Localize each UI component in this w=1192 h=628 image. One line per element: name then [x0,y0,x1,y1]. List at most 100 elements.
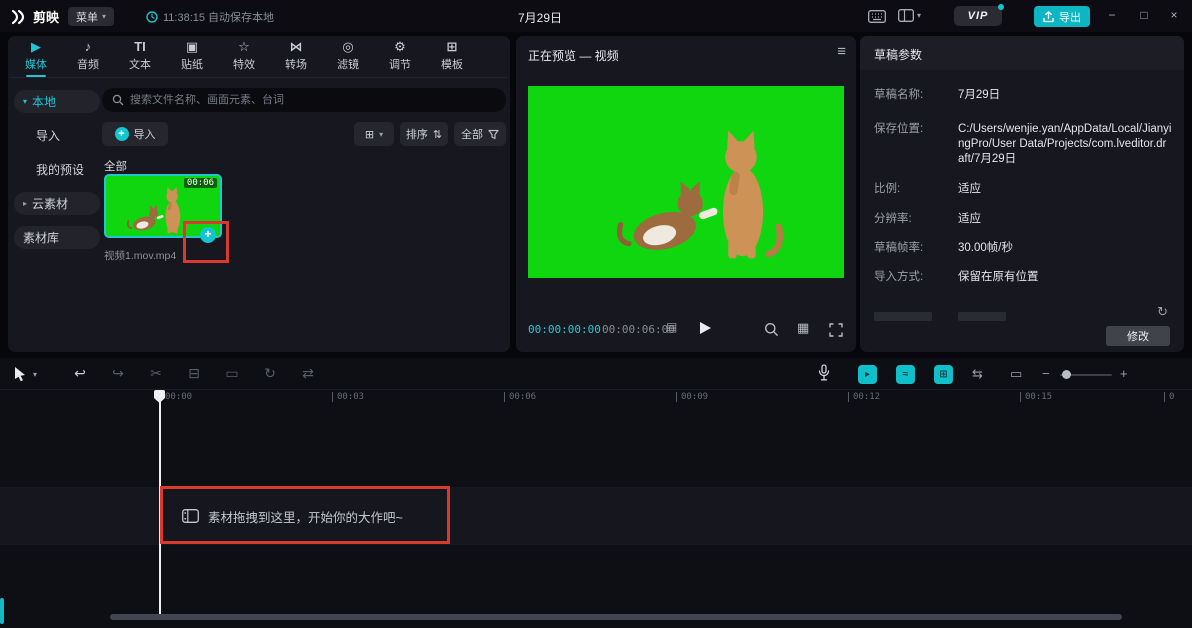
tab-adjust[interactable]: ⚙ 调节 [374,36,426,77]
timeline-horizontal-scrollbar[interactable] [110,614,1122,620]
tab-transition[interactable]: ⋈ 转场 [270,36,322,77]
record-voice-button[interactable] [818,364,830,387]
sidebar-item-library[interactable]: 素材库 [14,226,100,249]
track-adjust-icon[interactable]: ⇆ [972,366,983,382]
vip-dot [998,4,1004,10]
param-value: 保留在原有位置 [958,270,1172,285]
redo-button[interactable]: ↪ [108,365,128,382]
tab-text[interactable]: TI 文本 [114,36,166,77]
delete-button[interactable]: ⊟ [184,365,204,382]
grid-view-icon: ⊞ [365,128,374,141]
menu-button[interactable]: 菜单 ▾ [68,7,114,26]
play-button[interactable] [700,322,711,334]
media-tab-icon: ▶ [31,40,41,54]
track-accent-bar [0,598,4,624]
zoom-out-icon[interactable]: − [1042,366,1050,381]
tab-template[interactable]: ⊞ 模板 [426,36,478,77]
sort-button[interactable]: 排序 ⇅ [400,122,448,146]
chroma-key-icon[interactable]: ▦ [797,320,809,336]
param-label: 草稿帧率: [874,241,958,256]
snap-toggle-icon[interactable]: ▸ [858,365,877,384]
timeline-ruler[interactable]: 00:00 00:03 00:06 00:09 00:12 00:15 0 [0,390,1192,405]
param-value: 适应 [958,212,1172,227]
preview-axis-icon[interactable]: ▭ [1010,366,1022,382]
funnel-icon [488,129,499,140]
app-logo-text: 剪映 [33,7,59,26]
tab-audio[interactable]: ♪ 音频 [62,36,114,77]
sort-icon: ⇅ [433,128,442,141]
filter-all-button[interactable]: 全部 [454,122,506,146]
search-icon [112,94,124,106]
ruler-mark: 00:15 [1020,392,1052,402]
param-row-import-mode: 导入方式: 保留在原有位置 [874,270,1172,285]
template-tab-icon: ⊞ [447,40,458,54]
reverse-button[interactable]: ↻ [260,365,280,382]
transition-tab-icon: ⋈ [290,40,303,54]
ruler-mark: 00:09 [676,392,708,402]
timeline-toolbar: ▾ ↩ ↪ ✂ ⊟ ▭ ↻ ⇄ ▸ ≈ ⊞ ⇆ ▭ − + [0,358,1192,390]
chevron-down-icon: ▾ [917,11,921,20]
ruler-mark: 00:06 [504,392,536,402]
tab-effects[interactable]: ☆ 特效 [218,36,270,77]
sidebar-item-import[interactable]: 导入 [14,124,100,147]
titlebar: 剪映 菜单 ▾ 11:38:15 自动保存本地 7月29日 ▾ [0,0,1192,32]
adjust-tab-icon: ⚙ [394,40,406,54]
sidebar-item-local[interactable]: ▾ 本地 [14,90,100,113]
param-value: 适应 [958,182,1172,197]
ruler-mark: 00:03 [332,392,364,402]
zoom-slider-thumb[interactable] [1062,370,1071,379]
modify-button[interactable]: 修改 [1106,326,1170,346]
preview-viewport[interactable] [528,86,844,278]
preview-quality-icon[interactable] [764,322,779,342]
maximize-button[interactable]: □ [1136,8,1152,22]
track-display-icon[interactable]: ▤ [666,320,677,334]
media-panel: ▶ 媒体 ♪ 音频 TI 文本 ▣ 贴纸 ☆ 特效 ⋈ 转场 [8,36,510,352]
export-button[interactable]: 导出 [1034,6,1090,27]
mirror-button[interactable]: ⇄ [298,365,318,382]
layout-icon [898,9,914,22]
chevron-down-icon[interactable]: ▾ [33,370,37,379]
tab-sticker[interactable]: ▣ 贴纸 [166,36,218,77]
fullscreen-icon[interactable] [829,323,843,342]
chevron-down-icon: ▾ [102,12,106,21]
select-tool-button[interactable] [14,366,27,387]
split-button[interactable]: ✂ [146,365,166,382]
clip-filename: 视频1.mov.mp4 [104,248,176,263]
tab-media[interactable]: ▶ 媒体 [10,36,62,77]
plus-icon: + [115,127,129,141]
param-row-save-path: 保存位置: C:/Users/wenjie.yan/AppData/Local/… [874,122,1172,167]
search-input[interactable] [130,94,496,106]
import-media-button[interactable]: + 导入 [102,122,168,146]
param-value: C:/Users/wenjie.yan/AppData/Local/Jianyi… [958,122,1172,167]
sidebar-item-cloud[interactable]: ▸ 云素材 [14,192,100,215]
param-label: 保存位置: [874,122,958,167]
tab-filter[interactable]: ◎ 滤镜 [322,36,374,77]
autosave-text: 11:38:15 自动保存本地 [163,9,274,25]
chevron-down-icon: ▾ [23,97,27,106]
layout-switch-button[interactable]: ▾ [898,9,921,22]
capcut-logo-icon [10,9,28,25]
param-value: 7月29日 [958,88,1172,103]
grid-view-button[interactable]: ⊞ ▾ [354,122,394,146]
ruler-mark: 0 [1164,392,1174,402]
param-label: 草稿名称: [874,88,958,103]
param-row-ratio: 比例: 适应 [874,182,1172,197]
chevron-down-icon: ▾ [379,130,383,139]
linkage-toggle-icon[interactable]: ⊞ [934,365,953,384]
autosave-status: 11:38:15 自动保存本地 [146,9,274,25]
zoom-in-icon[interactable]: + [1120,366,1128,381]
vip-badge[interactable]: VIP [954,6,1002,26]
undo-button[interactable]: ↩ [70,365,90,382]
refresh-icon[interactable]: ↻ [1157,304,1168,320]
preview-current-time: 00:00:00:00 [528,323,601,336]
preview-menu-icon[interactable]: ≡ [837,43,846,60]
autosnap-toggle-icon[interactable]: ≈ [896,365,915,384]
microphone-icon [818,364,830,382]
freeze-frame-button[interactable]: ▭ [222,365,242,382]
filter-tab-icon: ◎ [342,40,353,54]
capcut-app-window: 剪映 菜单 ▾ 11:38:15 自动保存本地 7月29日 ▾ [0,0,1192,628]
sidebar-item-presets[interactable]: 我的预设 [14,158,100,181]
close-button[interactable]: × [1166,8,1182,22]
shortcut-keyboard-icon[interactable] [868,10,886,28]
minimize-button[interactable]: − [1104,8,1120,22]
